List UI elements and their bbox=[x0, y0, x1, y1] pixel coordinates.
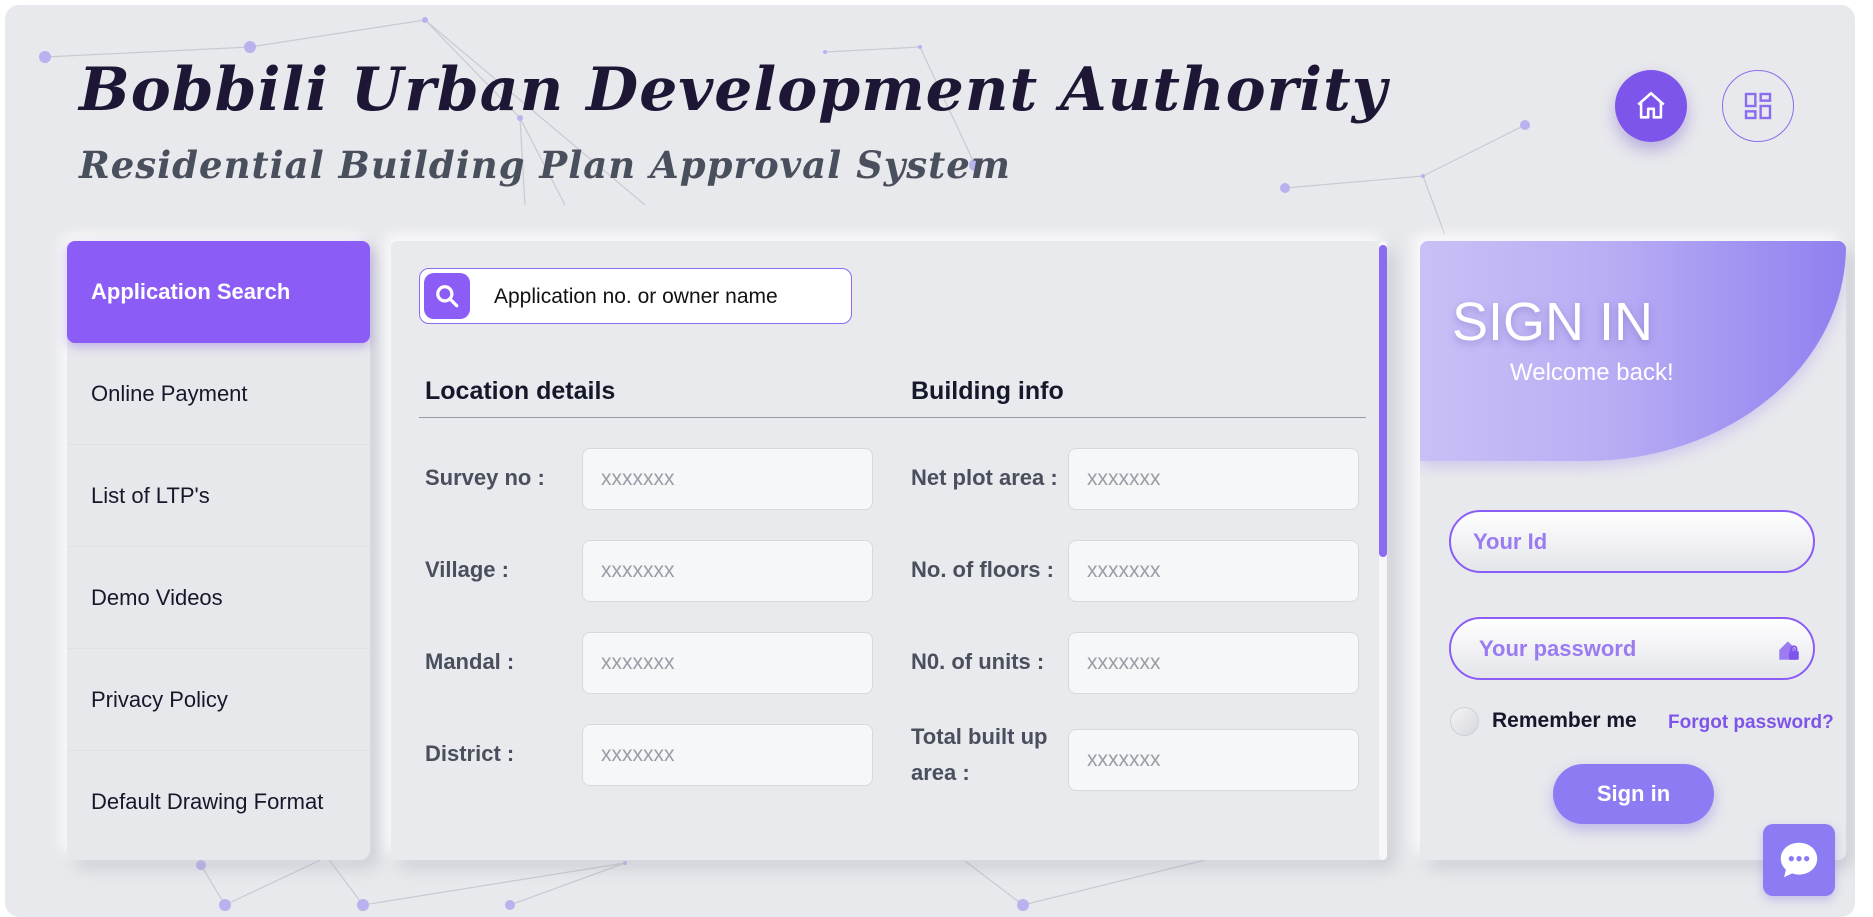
search-icon bbox=[436, 285, 459, 308]
net-plot-area-input[interactable] bbox=[1068, 448, 1359, 510]
home-button[interactable] bbox=[1615, 70, 1687, 142]
sidebar-item-list-of-ltps[interactable]: List of LTP's bbox=[67, 445, 370, 547]
sign-in-panel: SIGN IN Welcome back! Remember me Forgot… bbox=[1420, 241, 1846, 860]
sidebar-item-demo-videos[interactable]: Demo Videos bbox=[67, 547, 370, 649]
mandal-input[interactable] bbox=[582, 632, 873, 694]
page: Bobbili Urban Development Authority Resi… bbox=[5, 5, 1855, 917]
search-input[interactable] bbox=[492, 277, 836, 317]
chat-button[interactable] bbox=[1763, 824, 1835, 896]
password-input[interactable] bbox=[1449, 617, 1815, 680]
village-label: Village : bbox=[425, 557, 509, 582]
welcome-text: Welcome back! bbox=[1510, 359, 1674, 386]
sidebar: Application Search Online Payment List o… bbox=[67, 241, 370, 860]
user-id-input[interactable] bbox=[1449, 510, 1815, 573]
district-label: District : bbox=[425, 741, 515, 766]
section-divider bbox=[419, 417, 1366, 418]
district-input[interactable] bbox=[582, 724, 873, 786]
total-built-up-area-label: Total built up area : bbox=[911, 724, 1048, 785]
remember-me-checkbox[interactable] bbox=[1450, 707, 1479, 736]
no-of-units-input[interactable] bbox=[1068, 632, 1359, 694]
remember-me-label: Remember me bbox=[1492, 709, 1637, 732]
sidebar-item-application-search[interactable]: Application Search bbox=[67, 241, 370, 343]
chat-bubble-icon bbox=[1780, 842, 1818, 878]
dashboard-grid-icon bbox=[1744, 92, 1772, 120]
mandal-label: Mandal : bbox=[425, 649, 515, 674]
sidebar-item-online-payment[interactable]: Online Payment bbox=[67, 343, 370, 445]
survey-no-input[interactable] bbox=[582, 448, 873, 510]
page-title: Bobbili Urban Development Authority bbox=[79, 55, 1388, 125]
building-info-heading: Building info bbox=[911, 377, 1064, 405]
sign-in-title: SIGN IN bbox=[1452, 292, 1654, 352]
sidebar-item-privacy-policy[interactable]: Privacy Policy bbox=[67, 649, 370, 751]
total-built-up-area-input[interactable] bbox=[1068, 729, 1359, 791]
no-of-floors-input[interactable] bbox=[1068, 540, 1359, 602]
page-subtitle: Residential Building Plan Approval Syste… bbox=[79, 143, 1011, 187]
search-button[interactable] bbox=[424, 273, 470, 319]
no-of-units-label: N0. of units : bbox=[911, 649, 1045, 674]
survey-no-label: Survey no : bbox=[425, 465, 545, 490]
sidebar-item-default-drawing-format[interactable]: Default Drawing Format bbox=[67, 751, 370, 853]
application-search-panel: Location details Building info Survey no… bbox=[391, 241, 1387, 860]
search-box bbox=[419, 268, 852, 324]
home-icon bbox=[1637, 91, 1665, 119]
net-plot-area-label: Net plot area : bbox=[911, 465, 1058, 490]
lock-icon[interactable] bbox=[1776, 637, 1802, 663]
village-input[interactable] bbox=[582, 540, 873, 602]
dashboard-button[interactable] bbox=[1722, 70, 1794, 142]
sign-in-button[interactable]: Sign in bbox=[1553, 764, 1714, 824]
forgot-password-link[interactable]: Forgot password? bbox=[1668, 712, 1834, 734]
no-of-floors-label: No. of floors : bbox=[911, 557, 1054, 582]
scrollbar-thumb[interactable] bbox=[1379, 245, 1387, 557]
location-details-heading: Location details bbox=[425, 377, 616, 405]
